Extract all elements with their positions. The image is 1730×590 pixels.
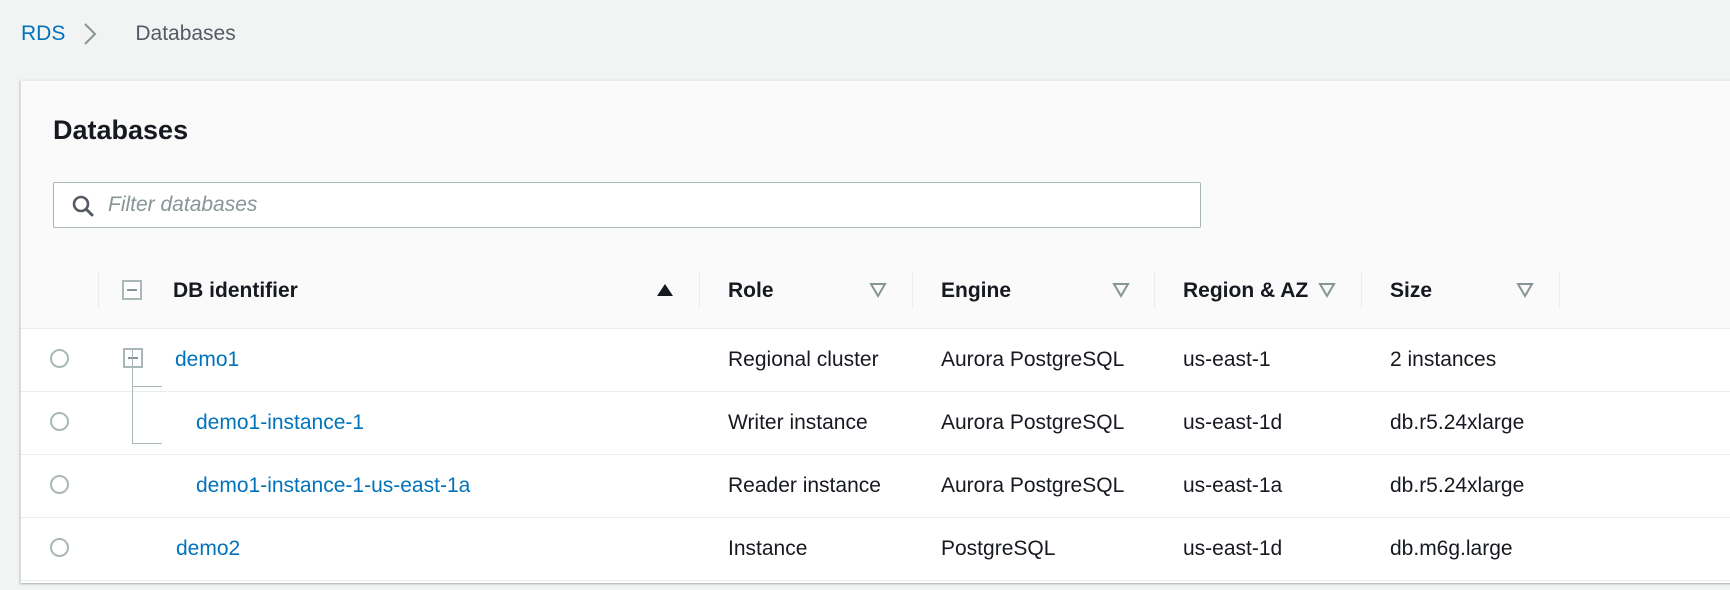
tree-connector-line [132, 349, 133, 444]
table-row[interactable]: demo1-instance-1-us-east-1a Reader insta… [21, 455, 1730, 518]
chevron-right-icon [83, 20, 111, 48]
collapse-icon[interactable] [123, 348, 143, 368]
size-cell: db.r5.24xlarge [1390, 411, 1525, 434]
sort-descending-icon[interactable] [1318, 281, 1336, 299]
panel-header: Databases [21, 81, 1730, 254]
row-radio-button[interactable] [50, 475, 69, 494]
breadcrumb-link-rds[interactable]: RDS [21, 22, 65, 46]
engine-cell: Aurora PostgreSQL [941, 474, 1125, 497]
table-row[interactable]: demo2 Instance PostgreSQL us-east-1d db.… [21, 518, 1730, 581]
column-divider [699, 272, 700, 309]
size-cell: db.r5.24xlarge [1390, 474, 1525, 497]
engine-cell: Aurora PostgreSQL [941, 348, 1125, 371]
region-cell: us-east-1a [1183, 474, 1283, 497]
region-cell: us-east-1 [1183, 348, 1271, 371]
region-cell: us-east-1d [1183, 537, 1283, 560]
table-row[interactable]: demo1-instance-1 Writer instance Aurora … [21, 392, 1730, 455]
panel-title: Databases [53, 115, 189, 145]
role-cell: Reader instance [728, 474, 881, 497]
size-cell: 2 instances [1390, 348, 1497, 371]
role-cell: Regional cluster [728, 348, 879, 371]
column-divider [98, 272, 99, 309]
tree-connector-line [132, 386, 162, 387]
column-divider [912, 272, 913, 309]
collapse-all-icon[interactable] [122, 280, 142, 300]
sort-ascending-icon[interactable] [656, 281, 674, 299]
tree-connector-line [132, 443, 162, 444]
region-cell: us-east-1d [1183, 411, 1283, 434]
db-identifier-link[interactable]: demo1 [175, 329, 239, 391]
size-cell: db.m6g.large [1390, 537, 1513, 560]
role-cell: Instance [728, 537, 808, 560]
role-cell: Writer instance [728, 411, 868, 434]
engine-cell: PostgreSQL [941, 537, 1056, 560]
row-radio-button[interactable] [50, 412, 69, 431]
column-divider [1559, 272, 1560, 309]
column-divider [1361, 272, 1362, 309]
table-row[interactable]: demo1 Regional cluster Aurora PostgreSQL… [21, 329, 1730, 392]
table-header: DB identifier Role Engine Region & AZ Si… [21, 253, 1730, 329]
databases-panel: Databases DB identifier Role Engine Regi… [20, 80, 1730, 583]
search-box[interactable] [53, 182, 1201, 228]
db-identifier-link[interactable]: demo2 [176, 518, 240, 580]
sort-descending-icon[interactable] [869, 281, 887, 299]
column-header-identifier[interactable]: DB identifier [173, 253, 298, 328]
search-icon [72, 195, 94, 217]
db-identifier-link[interactable]: demo1-instance-1-us-east-1a [196, 455, 470, 517]
search-input[interactable] [108, 183, 1188, 227]
row-radio-button[interactable] [50, 538, 69, 557]
column-header-size[interactable]: Size [1390, 253, 1432, 328]
row-radio-button[interactable] [50, 349, 69, 368]
db-identifier-link[interactable]: demo1-instance-1 [196, 392, 364, 454]
column-header-engine[interactable]: Engine [941, 253, 1011, 328]
breadcrumb: RDS Databases [21, 20, 236, 48]
column-header-region[interactable]: Region & AZ [1183, 253, 1308, 328]
column-divider [1154, 272, 1155, 309]
column-header-role[interactable]: Role [728, 253, 774, 328]
engine-cell: Aurora PostgreSQL [941, 411, 1125, 434]
sort-descending-icon[interactable] [1516, 281, 1534, 299]
breadcrumb-current: Databases [135, 22, 236, 45]
sort-descending-icon[interactable] [1112, 281, 1130, 299]
